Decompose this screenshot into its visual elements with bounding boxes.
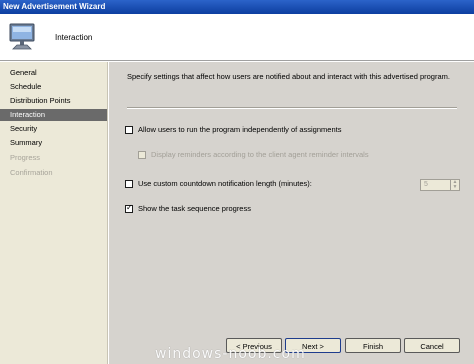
wizard-navigation: General Schedule Distribution Points Int…: [0, 62, 108, 364]
allow-independent-label: Allow users to run the program independe…: [138, 125, 342, 134]
nav-item-confirmation: Confirmation: [10, 168, 53, 177]
display-reminders-option: Display reminders according to the clien…: [138, 150, 369, 159]
display-reminders-label: Display reminders according to the clien…: [151, 150, 369, 159]
wizard-banner: Interaction: [0, 14, 474, 61]
display-reminders-checkbox: [138, 150, 146, 159]
nav-item-progress: Progress: [10, 153, 41, 162]
window-title: New Advertisement Wizard: [3, 2, 106, 11]
countdown-minutes-stepper: 5 ▲ ▼: [420, 179, 460, 191]
window-title-bar[interactable]: New Advertisement Wizard: [0, 0, 474, 14]
intro-text: Specify settings that affect how users a…: [127, 72, 450, 81]
countdown-minutes-value: 5: [424, 181, 428, 188]
nav-item-schedule[interactable]: Schedule: [0, 81, 107, 93]
show-progress-checkbox[interactable]: [125, 203, 133, 213]
separator: [127, 107, 457, 109]
nav-item-general[interactable]: General: [0, 67, 107, 79]
computer-monitor-icon: [9, 23, 35, 50]
allow-independent-checkbox[interactable]: [125, 125, 133, 134]
watermark: windows-noob.com: [155, 346, 306, 362]
nav-item-summary[interactable]: Summary: [0, 137, 107, 149]
allow-independent-option[interactable]: Allow users to run the program independe…: [125, 125, 341, 134]
cancel-button[interactable]: Cancel: [404, 338, 460, 353]
finish-button[interactable]: Finish: [345, 338, 401, 353]
custom-countdown-label: Use custom countdown notification length…: [138, 179, 312, 188]
custom-countdown-option[interactable]: Use custom countdown notification length…: [125, 179, 312, 188]
wizard-content: Specify settings that affect how users a…: [109, 62, 474, 364]
custom-countdown-checkbox[interactable]: [125, 179, 133, 188]
show-progress-label: Show the task sequence progress: [138, 204, 251, 213]
show-progress-option[interactable]: Show the task sequence progress: [125, 203, 251, 213]
stepper-down-icon: ▼: [452, 184, 458, 190]
page-title: Interaction: [55, 33, 93, 42]
nav-item-interaction[interactable]: Interaction: [0, 109, 107, 121]
nav-item-distribution-points[interactable]: Distribution Points: [0, 95, 107, 107]
nav-item-security[interactable]: Security: [0, 123, 107, 135]
